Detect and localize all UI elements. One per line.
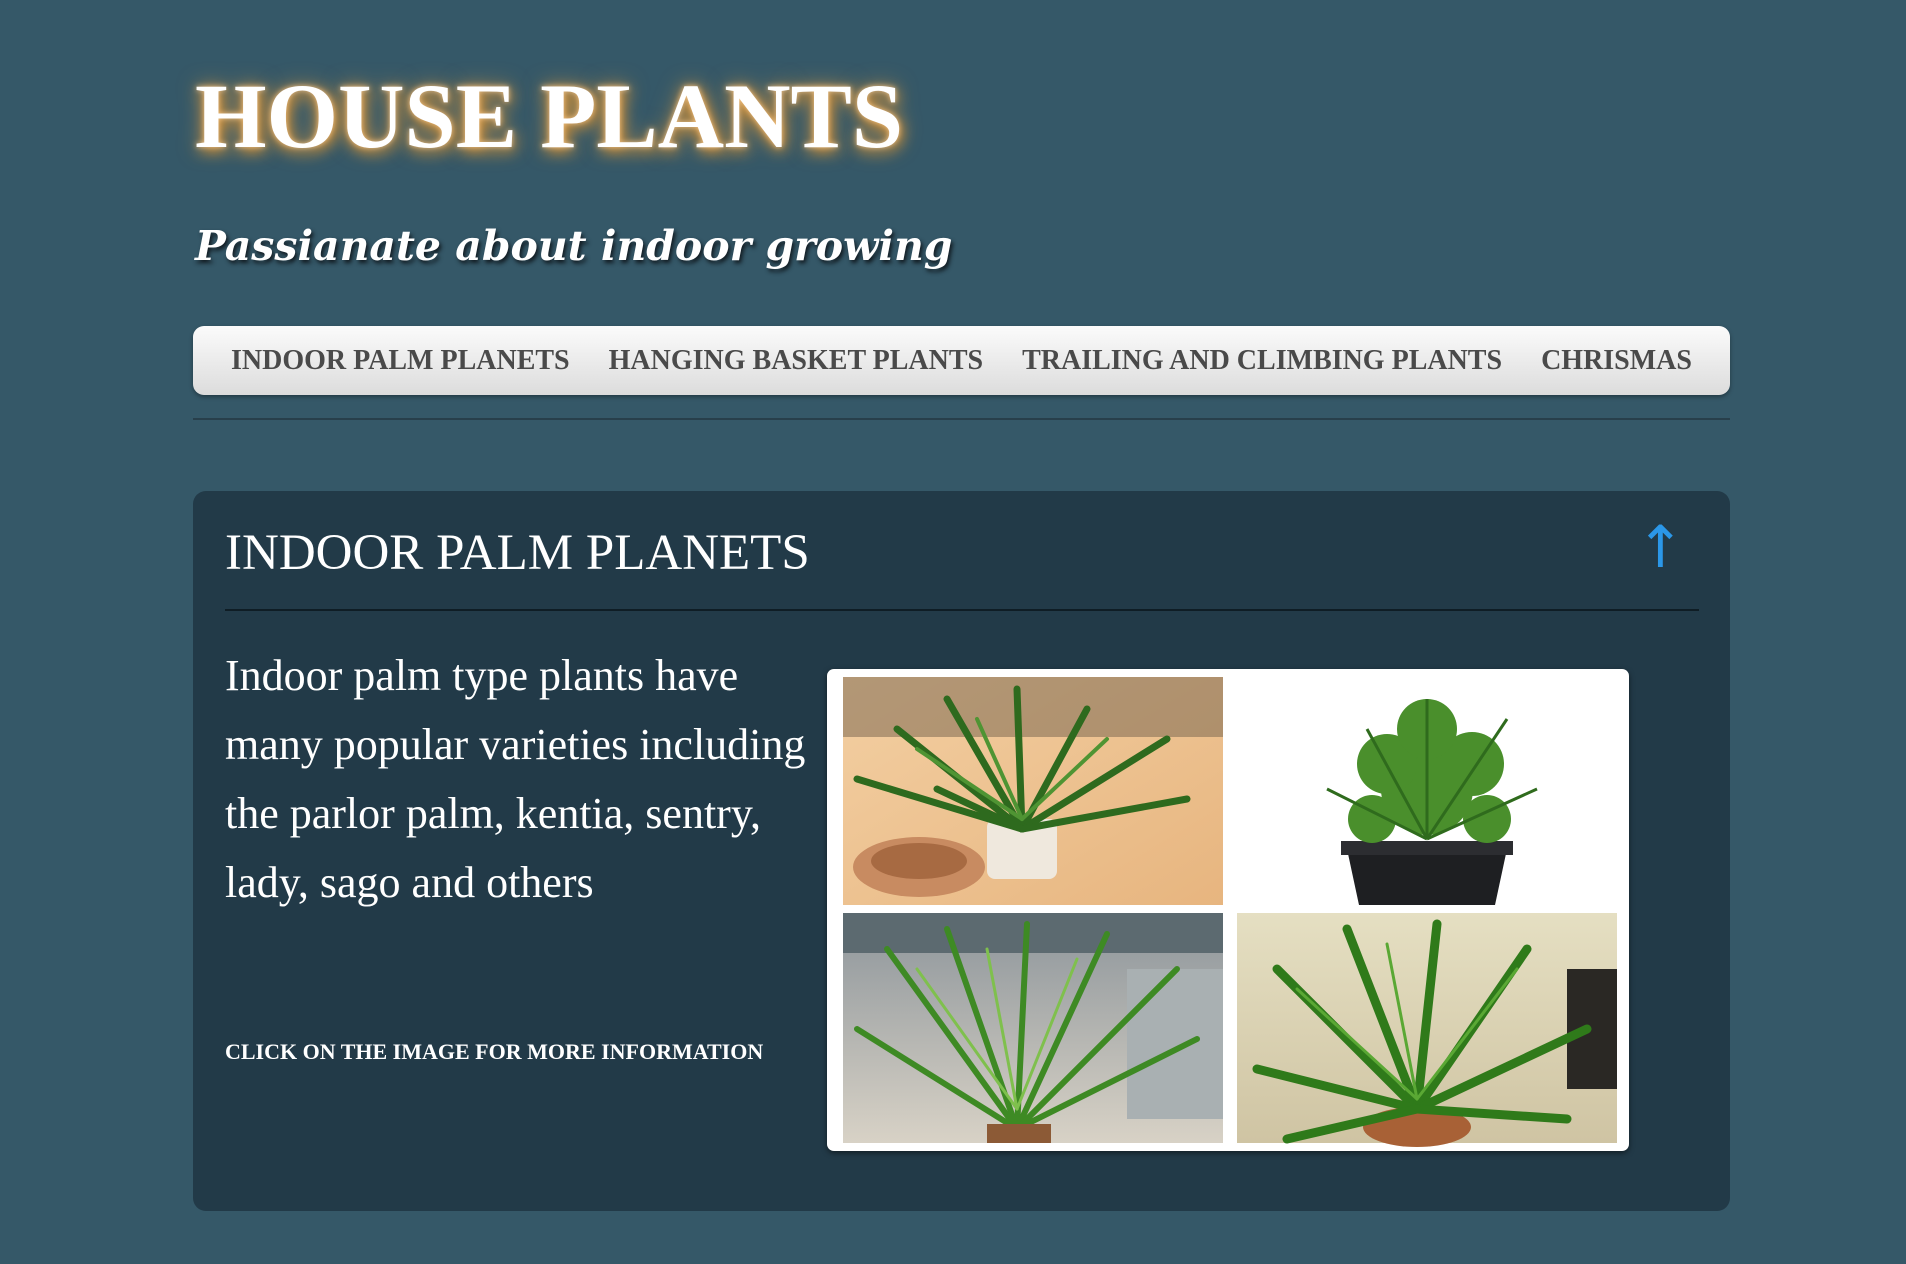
palm-collage-graphic bbox=[843, 677, 1617, 1147]
indoor-palm-section: INDOOR PALM PLANETS ↑ Indoor palm type p… bbox=[193, 491, 1730, 1211]
section-divider bbox=[225, 609, 1699, 611]
back-to-top-arrow-icon[interactable]: ↑ bbox=[1636, 518, 1685, 576]
palm-photo-4 bbox=[1237, 913, 1617, 1147]
site-tagline: Passianate about indoor growing bbox=[195, 222, 953, 270]
palm-photo-1 bbox=[843, 677, 1223, 905]
section-heading: INDOOR PALM PLANETS bbox=[225, 525, 810, 581]
image-instruction: CLICK ON THE IMAGE FOR MORE INFORMATION bbox=[225, 1039, 764, 1064]
nav-item-chrismas[interactable]: CHRISMAS bbox=[1529, 345, 1704, 377]
palm-photo-3 bbox=[843, 913, 1223, 1143]
palm-collage-image[interactable] bbox=[827, 669, 1629, 1151]
palm-photo-2 bbox=[1237, 677, 1617, 905]
nav-item-hanging-basket-plants[interactable]: HANGING BASKET PLANTS bbox=[597, 345, 995, 377]
nav-item-indoor-palm-planets[interactable]: INDOOR PALM PLANETS bbox=[219, 345, 582, 377]
nav-divider bbox=[193, 418, 1730, 420]
main-navigation: INDOOR PALM PLANETS HANGING BASKET PLANT… bbox=[193, 326, 1730, 395]
site-title: HOUSE PLANTS bbox=[195, 65, 904, 167]
nav-item-trailing-and-climbing-plants[interactable]: TRAILING AND CLIMBING PLANTS bbox=[1010, 345, 1514, 377]
section-description: Indoor palm type plants have many popula… bbox=[225, 651, 806, 907]
